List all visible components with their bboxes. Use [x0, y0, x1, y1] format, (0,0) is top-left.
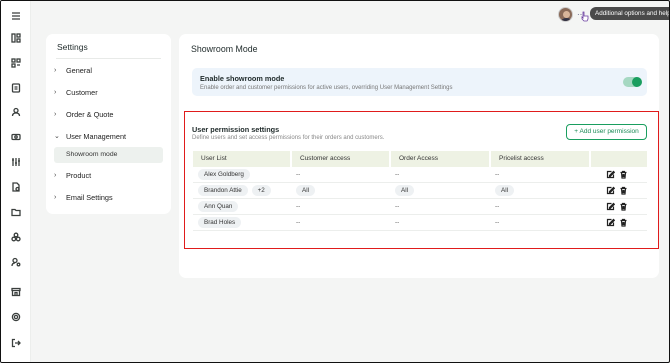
customer-access-cell: -- — [296, 171, 301, 178]
user-icon[interactable] — [11, 107, 21, 117]
trash-icon[interactable] — [619, 202, 628, 212]
menu-icon[interactable] — [11, 11, 21, 21]
chevron-right-icon: › — [54, 66, 57, 74]
edit-icon[interactable] — [606, 202, 616, 212]
chevron-down-icon: ⌄ — [54, 133, 60, 140]
column-header-actions — [591, 151, 647, 167]
settings-nav: Settings › General › Customer › Order & … — [46, 34, 171, 214]
column-header-order-access: Order Access — [391, 151, 489, 167]
nav-item-label: General — [66, 65, 92, 75]
table-row: Brandon Attie +2 All All All — [193, 183, 647, 199]
access-pill: All — [395, 185, 414, 196]
nav-item-label: Customer — [66, 87, 98, 97]
showroom-toggle-panel: Enable showroom mode Enable order and cu… — [192, 68, 647, 96]
divider — [56, 58, 161, 59]
toggle-knob — [632, 77, 642, 87]
nav-item-label: User Management — [66, 131, 127, 141]
column-header-pricelist-access: Pricelist access — [491, 151, 589, 167]
pricelist-access-cell: All — [495, 183, 514, 199]
user-pill: Ann Quan — [198, 201, 239, 212]
help-tooltip: Additional options and help. — [590, 7, 669, 20]
chevron-right-icon: › — [54, 110, 57, 118]
showroom-description: Enable order and customer permissions fo… — [200, 85, 453, 91]
avatar-body — [561, 18, 572, 21]
trash-icon[interactable] — [619, 218, 628, 228]
access-pill: All — [495, 185, 514, 196]
user-pill: Brandon Attie — [198, 185, 248, 196]
edit-icon[interactable] — [606, 170, 616, 180]
user-cell: Ann Quan — [198, 199, 239, 215]
folder-icon[interactable] — [11, 207, 21, 217]
nav-item-general[interactable]: › General — [54, 63, 92, 77]
user-cell: Alex Goldberg — [198, 167, 250, 183]
access-pill: All — [296, 185, 315, 196]
customer-access-cell: -- — [296, 203, 301, 210]
column-header-user-list: User List — [193, 151, 290, 167]
user-cell: Brad Holes — [198, 215, 242, 231]
nav-item-label: Product — [66, 170, 92, 180]
user-cell: Brandon Attie +2 — [198, 183, 271, 199]
order-access-cell: -- — [395, 203, 400, 210]
avatar[interactable] — [558, 7, 573, 22]
nav-item-user-management[interactable]: ⌄ User Management — [54, 129, 126, 143]
add-user-permission-button[interactable]: + Add user permission — [566, 124, 647, 140]
customer-access-cell: -- — [296, 219, 301, 226]
permission-subtitle: Define users and set access permissions … — [192, 135, 385, 141]
table-row: Alex Goldberg -- -- -- — [193, 167, 647, 183]
store-icon[interactable] — [11, 287, 21, 297]
grid-icon[interactable] — [11, 58, 21, 68]
chevron-right-icon: › — [54, 193, 57, 201]
more-users-badge[interactable]: +2 — [251, 185, 271, 196]
column-header-customer-access: Customer access — [292, 151, 389, 167]
hand-cursor-icon — [581, 11, 589, 22]
page-title: Showroom Mode — [191, 44, 258, 54]
table-row: Brad Holes -- -- -- — [193, 215, 647, 231]
logout-icon[interactable] — [11, 338, 21, 348]
showroom-heading: Enable showroom mode — [200, 74, 285, 83]
user-pill: Alex Goldberg — [198, 169, 250, 180]
chevron-right-icon: › — [54, 88, 57, 96]
nav-item-label: Order & Quote — [66, 109, 114, 119]
nav-item-label: Email Settings — [66, 192, 113, 202]
customer-access-cell: All — [296, 183, 315, 199]
edit-icon[interactable] — [606, 218, 616, 228]
pricelist-access-cell: -- — [495, 171, 500, 178]
pricelist-access-cell: -- — [495, 219, 500, 226]
chevron-right-icon: › — [54, 171, 57, 179]
table-header: User List Customer access Order Access P… — [193, 151, 647, 167]
trash-icon[interactable] — [619, 170, 628, 180]
icon-rail — [1, 1, 31, 362]
permission-table: User List Customer access Order Access P… — [193, 151, 647, 231]
pricelist-access-cell: -- — [495, 203, 500, 210]
settings-title: Settings — [57, 42, 88, 52]
permission-title: User permission settings — [192, 125, 280, 134]
app-window: ⋯ Additional options and help. Settings … — [0, 0, 670, 363]
nav-item-email-settings[interactable]: › Email Settings — [54, 190, 113, 204]
order-access-cell: -- — [395, 219, 400, 226]
dashboard-icon[interactable] — [11, 33, 21, 43]
gear-icon[interactable] — [11, 312, 21, 322]
nav-item-product[interactable]: › Product — [54, 168, 91, 182]
nav-item-order-quote[interactable]: › Order & Quote — [54, 107, 113, 121]
nav-subitem-showroom-mode[interactable]: Showroom mode — [54, 147, 163, 163]
nav-item-customer[interactable]: › Customer — [54, 85, 98, 99]
order-access-cell: -- — [395, 171, 400, 178]
money-icon[interactable] — [11, 132, 21, 142]
user-permission-content: User permission settings Define users an… — [190, 116, 653, 244]
user-pill: Brad Holes — [198, 217, 242, 228]
showroom-toggle[interactable] — [623, 77, 642, 87]
avatar-face — [563, 11, 570, 18]
boxes-icon[interactable] — [11, 232, 21, 242]
user-settings-icon[interactable] — [11, 257, 21, 267]
table-row: Ann Quan -- -- -- — [193, 199, 647, 215]
sliders-icon[interactable] — [11, 157, 21, 167]
orders-icon[interactable] — [11, 83, 21, 93]
user-permission-panel: User permission settings Define users an… — [184, 111, 659, 249]
order-access-cell: All — [395, 183, 414, 199]
document-icon[interactable] — [11, 182, 21, 192]
trash-icon[interactable] — [619, 186, 628, 196]
edit-icon[interactable] — [606, 186, 616, 196]
